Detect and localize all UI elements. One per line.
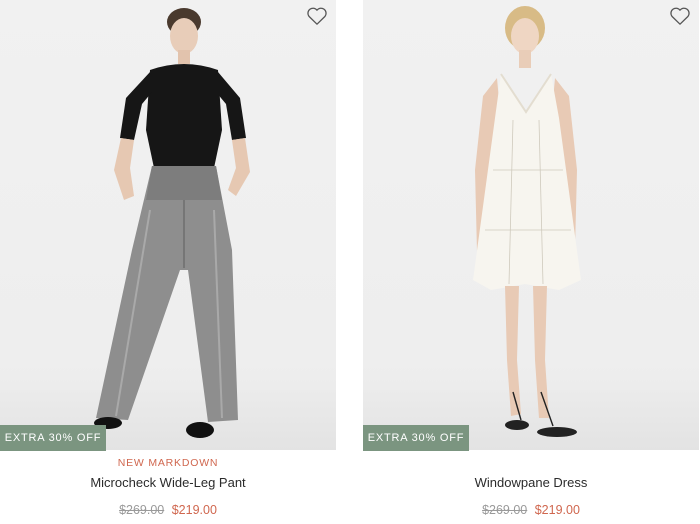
sale-price: $219.00 — [534, 503, 580, 517]
model-photo — [473, 6, 581, 437]
model-photo — [94, 8, 250, 438]
price-row: $269.00 $219.00 — [0, 503, 336, 517]
product-grid: EXTRA 30% OFF NEW MARKDOWN Microcheck Wi… — [0, 0, 700, 524]
heart-outline-icon[interactable] — [669, 6, 691, 26]
product-info: NEW MARKDOWN Microcheck Wide-Leg Pant $2… — [0, 450, 336, 517]
original-price: $269.00 — [119, 503, 165, 517]
promo-badge: EXTRA 30% OFF — [363, 425, 469, 451]
product-name[interactable]: Microcheck Wide-Leg Pant — [0, 475, 336, 490]
product-info: Windowpane Dress $269.00 $219.00 — [363, 450, 699, 517]
promo-badge: EXTRA 30% OFF — [0, 425, 106, 451]
heart-outline-icon[interactable] — [306, 6, 328, 26]
original-price: $269.00 — [482, 503, 528, 517]
product-name[interactable]: Windowpane Dress — [363, 475, 699, 490]
sale-price: $219.00 — [171, 503, 217, 517]
product-image[interactable] — [0, 0, 336, 450]
product-card[interactable]: EXTRA 30% OFF Windowpane Dress $269.00 $… — [363, 0, 699, 524]
product-card[interactable]: EXTRA 30% OFF NEW MARKDOWN Microcheck Wi… — [0, 0, 336, 524]
markdown-flag: NEW MARKDOWN — [117, 457, 219, 469]
product-image[interactable] — [363, 0, 699, 450]
markdown-flag — [363, 457, 699, 471]
price-row: $269.00 $219.00 — [363, 503, 699, 517]
